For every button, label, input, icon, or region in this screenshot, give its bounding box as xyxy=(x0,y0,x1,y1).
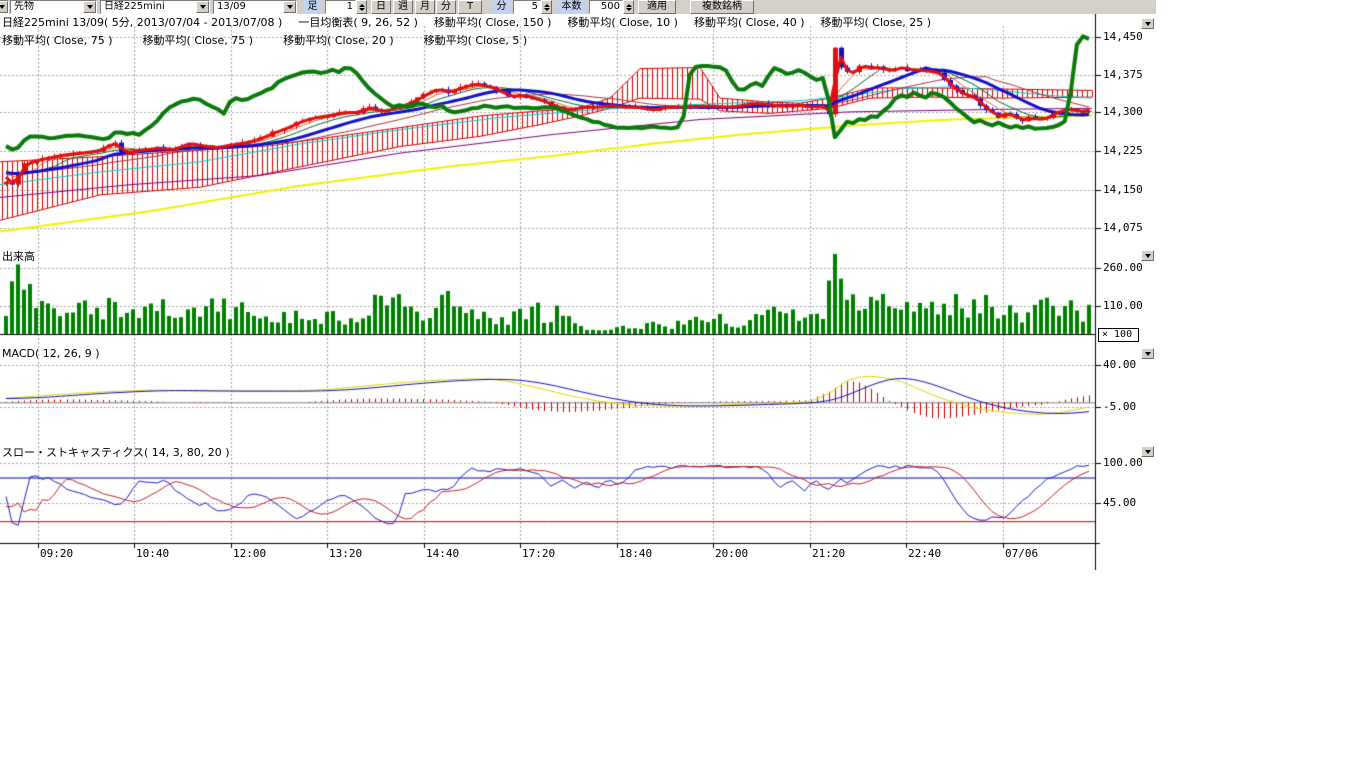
ma75b-legend: 移動平均( Close, 75 ) xyxy=(143,32,254,48)
ma10-legend: 移動平均( Close, 10 ) xyxy=(567,14,678,30)
chart-canvas[interactable] xyxy=(0,14,1156,570)
minute-value[interactable]: 5 xyxy=(513,0,541,14)
ma150-legend: 移動平均( Close, 150 ) xyxy=(434,14,552,30)
minute-label: 分 xyxy=(492,0,511,14)
volume-panel-title: 出来高 xyxy=(2,248,35,264)
volume-axis-label: 110.00 xyxy=(1103,299,1143,312)
time-axis-label: 12:00 xyxy=(233,547,266,560)
ma40-legend: 移動平均( Close, 40 ) xyxy=(694,14,805,30)
minute-stepper[interactable]: 5 xyxy=(513,0,552,14)
period-day-button[interactable]: 日 xyxy=(371,0,391,14)
partial-combo[interactable] xyxy=(0,0,9,14)
toolbar: 先物 日経225mini 13/09 足 1 日 週 月 分 T 分 5 本数 … xyxy=(0,0,1156,14)
volume-panel-collapse-button[interactable] xyxy=(1141,250,1154,261)
stochastics-panel-collapse-button[interactable] xyxy=(1141,446,1154,457)
instrument-legend: 日経225mini 13/09( 5分, 2013/07/04 - 2013/0… xyxy=(2,14,282,30)
chevron-down-icon[interactable] xyxy=(83,1,96,13)
bar-count-stepper[interactable]: 500 xyxy=(589,0,634,14)
time-axis-label: 22:40 xyxy=(908,547,941,560)
period-week-button[interactable]: 週 xyxy=(393,0,413,14)
stochastics-axis-label: 45.00 xyxy=(1103,496,1136,509)
bar-count-label: 本数 xyxy=(556,0,587,14)
time-axis-label: 14:40 xyxy=(426,547,459,560)
contract-month-combo-value: 13/09 xyxy=(214,1,283,13)
price-axis-label: 14,225 xyxy=(1103,144,1143,157)
ma20-legend: 移動平均( Close, 20 ) xyxy=(283,32,394,48)
partial-combo-arrow-icon[interactable] xyxy=(0,1,8,13)
chevron-down-icon xyxy=(1145,22,1151,26)
indicator-legend-row2: 移動平均( Close, 75 ) 移動平均( Close, 75 ) 移動平均… xyxy=(2,32,527,48)
category-combo-value: 先物 xyxy=(11,1,83,13)
chevron-down-icon xyxy=(1145,450,1151,454)
symbol-combo-value: 日経225mini xyxy=(101,1,196,13)
ma25-legend: 移動平均( Close, 25 ) xyxy=(821,14,932,30)
chart-area: 日経225mini 13/09( 5分, 2013/07/04 - 2013/0… xyxy=(0,14,1156,570)
chevron-down-icon xyxy=(1145,352,1151,356)
time-axis-label: 13:20 xyxy=(329,547,362,560)
macd-axis-label: -5.00 xyxy=(1103,400,1136,413)
ichimoku-legend: 一目均衡表( 9, 26, 52 ) xyxy=(298,14,418,30)
volume-axis-label: 260.00 xyxy=(1103,261,1143,274)
price-axis-label: 14,450 xyxy=(1103,30,1143,43)
ma5-legend: 移動平均( Close, 5 ) xyxy=(424,32,528,48)
bar-count-value[interactable]: 500 xyxy=(589,0,623,14)
macd-axis-label: 40.00 xyxy=(1103,358,1136,371)
period-minute-button[interactable]: 分 xyxy=(436,0,456,14)
bar-interval-stepper[interactable]: 1 xyxy=(325,0,367,14)
macd-panel-title: MACD( 12, 26, 9 ) xyxy=(2,347,100,360)
symbol-combo[interactable]: 日経225mini xyxy=(100,0,210,14)
stochastics-axis-label: 100.00 xyxy=(1103,456,1143,469)
period-tick-button[interactable]: T xyxy=(458,0,482,14)
chevron-down-icon[interactable] xyxy=(196,1,209,13)
contract-month-combo[interactable]: 13/09 xyxy=(213,0,297,14)
price-axis-label: 14,075 xyxy=(1103,221,1143,234)
stochastics-panel-title: スロー・ストキャスティクス( 14, 3, 80, 20 ) xyxy=(2,444,230,460)
price-axis-label: 14,300 xyxy=(1103,105,1143,118)
multi-symbol-button[interactable]: 複数銘柄 xyxy=(690,0,754,14)
bar-type-label: 足 xyxy=(303,0,322,14)
chevron-down-icon[interactable] xyxy=(283,1,296,13)
bar-interval-value[interactable]: 1 xyxy=(325,0,356,14)
volume-multiplier-badge: × 100 xyxy=(1098,328,1139,342)
ma75-legend: 移動平均( Close, 75 ) xyxy=(2,32,113,48)
period-month-button[interactable]: 月 xyxy=(415,0,435,14)
time-axis-label: 17:20 xyxy=(522,547,555,560)
macd-panel-collapse-button[interactable] xyxy=(1141,348,1154,359)
chevron-down-icon xyxy=(1145,254,1151,258)
category-combo[interactable]: 先物 xyxy=(10,0,97,14)
spinner-arrows-icon[interactable] xyxy=(541,0,552,14)
indicator-legend-row1: 日経225mini 13/09( 5分, 2013/07/04 - 2013/0… xyxy=(2,14,931,30)
price-axis-label: 14,150 xyxy=(1103,183,1143,196)
time-axis-label: 20:00 xyxy=(715,547,748,560)
time-axis-label: 21:20 xyxy=(812,547,845,560)
apply-button[interactable]: 適用 xyxy=(638,0,676,14)
time-axis-label: 18:40 xyxy=(619,547,652,560)
main-panel-collapse-button[interactable] xyxy=(1141,18,1154,29)
time-axis-label: 10:40 xyxy=(136,547,169,560)
time-axis-label: 07/06 xyxy=(1005,547,1038,560)
price-axis-label: 14,375 xyxy=(1103,68,1143,81)
chart-application: 先物 日経225mini 13/09 足 1 日 週 月 分 T 分 5 本数 … xyxy=(0,0,1366,768)
spinner-arrows-icon[interactable] xyxy=(623,0,634,14)
time-axis-label: 09:20 xyxy=(40,547,73,560)
spinner-arrows-icon[interactable] xyxy=(356,0,367,14)
